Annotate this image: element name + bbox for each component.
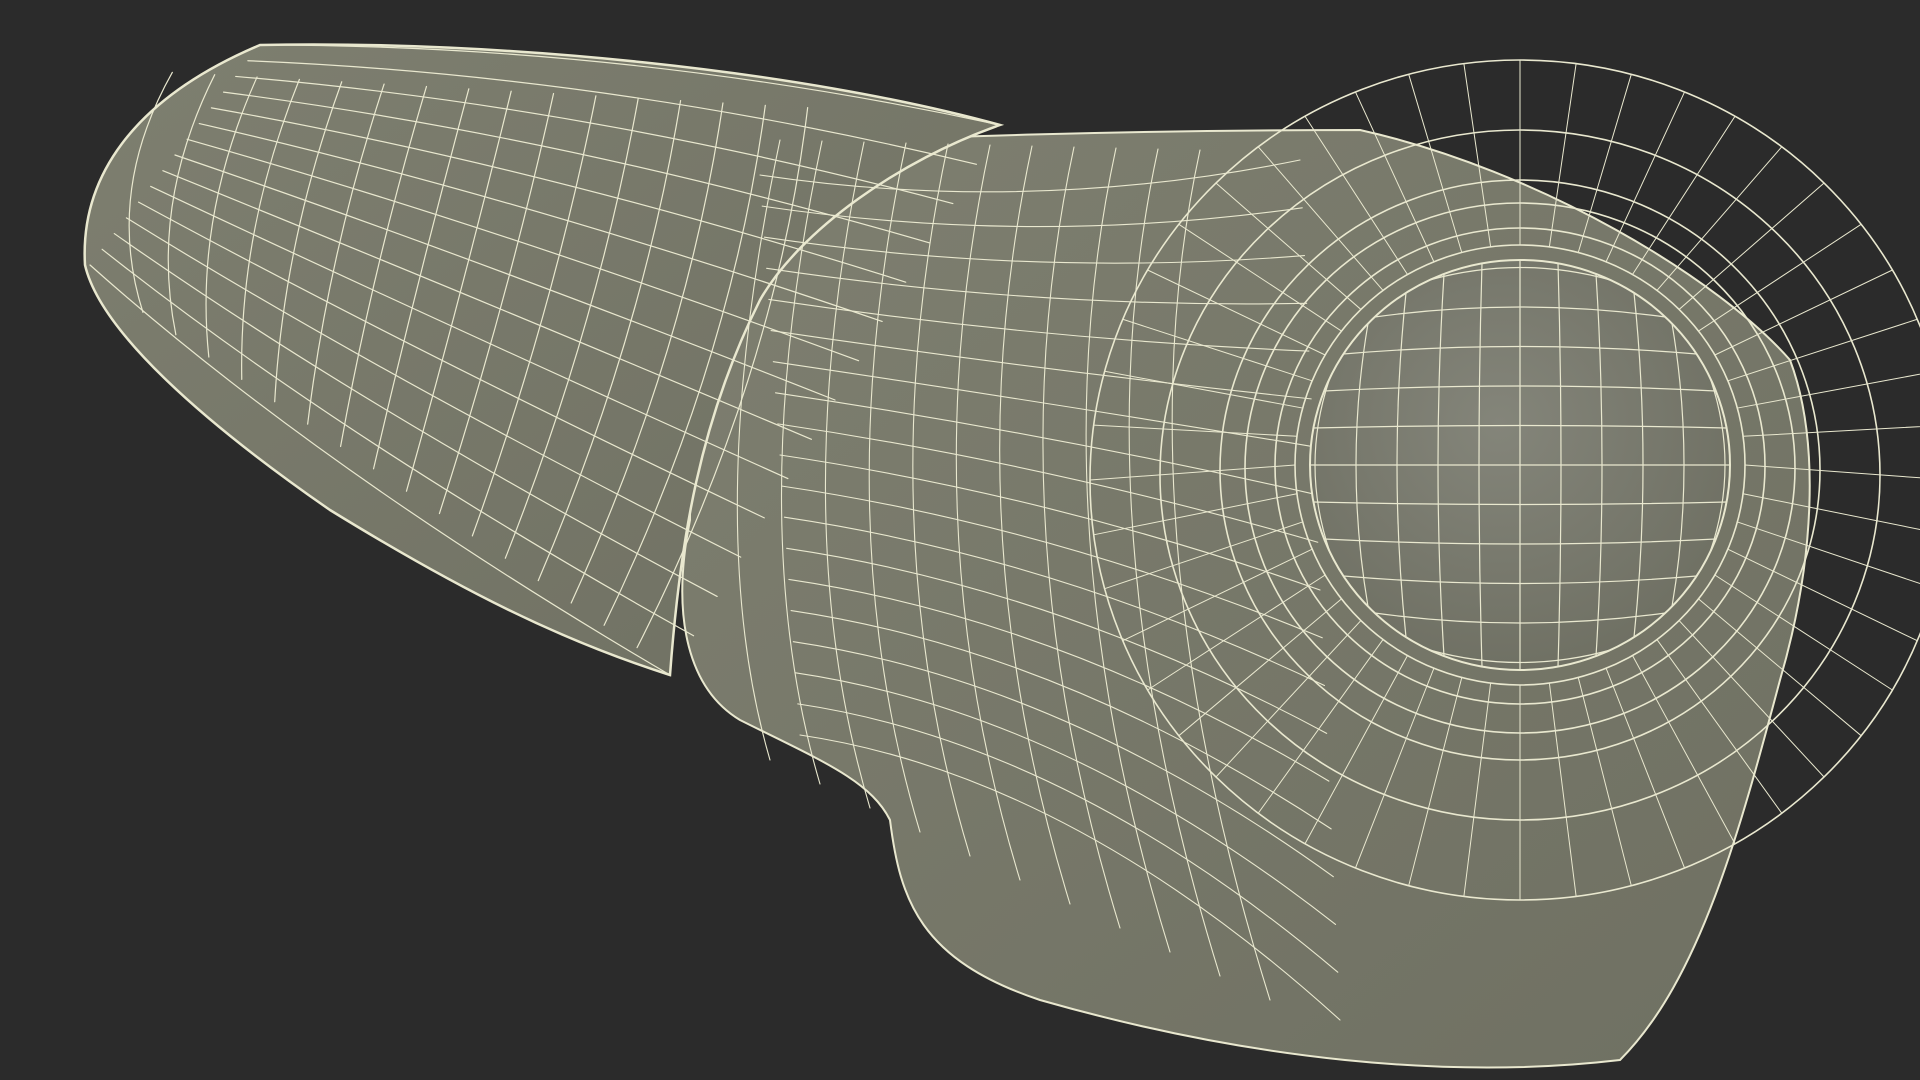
collar-radial <box>1678 182 1825 310</box>
wireframe-model <box>83 43 1920 1069</box>
collar-radial <box>1714 269 1893 356</box>
collar-radial <box>1632 115 1736 275</box>
collar-radial <box>1698 223 1862 332</box>
collar-radial <box>1605 91 1686 263</box>
collar-radial <box>1656 146 1783 291</box>
3d-viewport[interactable] <box>0 0 1920 1080</box>
